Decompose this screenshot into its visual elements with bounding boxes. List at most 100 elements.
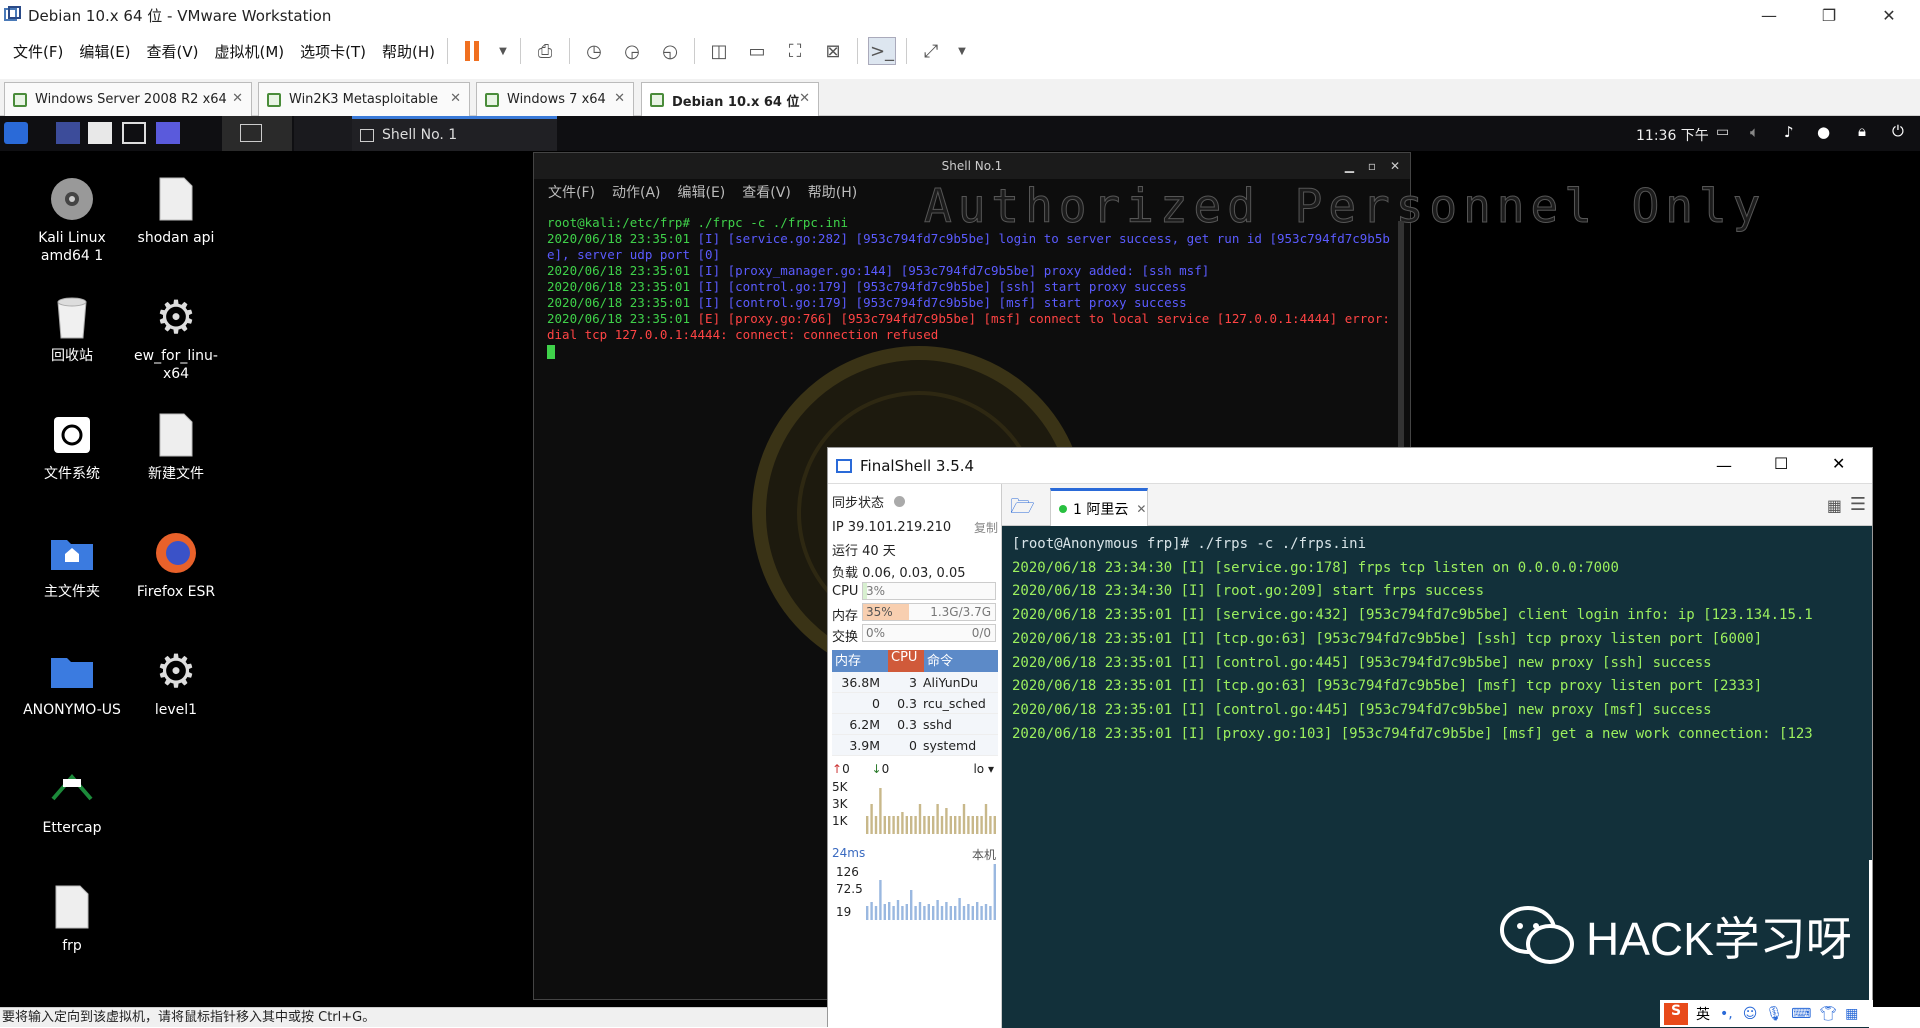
lock-icon[interactable]: 🔒︎ — [1858, 122, 1866, 140]
workspace-2[interactable] — [294, 116, 354, 151]
close-icon[interactable]: ✕ — [1390, 153, 1400, 179]
close-button[interactable]: ✕ — [1832, 454, 1845, 473]
menu-help[interactable]: 帮助(H) — [374, 41, 443, 62]
stretch-icon[interactable]: ⤢ — [917, 37, 945, 65]
desktop-icon-firefox[interactable]: Firefox ESR — [126, 529, 226, 601]
graph-bar — [984, 904, 988, 920]
copy-ip-link[interactable]: 复制 — [974, 519, 998, 536]
taskbar-shell-button[interactable]: Shell No. 1 — [352, 116, 557, 151]
icon-label: 主文件夹 — [44, 584, 100, 600]
shell-menu-view[interactable]: 查看(V) — [742, 182, 791, 202]
chevron-down-icon[interactable]: ▼ — [496, 37, 510, 65]
process-row[interactable]: 3.9M 0 systemd — [832, 735, 998, 756]
menu-file[interactable]: 文件(F) — [5, 41, 71, 62]
ime-language[interactable]: 英 — [1696, 1004, 1710, 1024]
process-row[interactable]: 0 0.3 rcu_sched — [832, 693, 998, 714]
console-icon[interactable]: >_ — [868, 37, 897, 65]
desktop-icon-shodan-api[interactable]: shodan api — [126, 175, 226, 247]
col-header-cpu[interactable]: CPU — [888, 650, 924, 672]
file-manager-icon[interactable] — [88, 122, 112, 144]
terminal-launcher-icon[interactable] — [122, 122, 146, 144]
desktop-icon-ettercap[interactable]: Ettercap — [22, 765, 122, 837]
kali-menu-icon[interactable] — [4, 122, 28, 144]
close-icon[interactable]: ✕ — [1136, 502, 1146, 516]
close-icon[interactable]: ✕ — [614, 91, 625, 106]
terminal-line: [root@Anonymous frp]# ./frps -c ./frps.i… — [1012, 536, 1367, 552]
layout-grid-icon[interactable]: ▦ — [1827, 496, 1842, 515]
minimize-button[interactable]: — — [1716, 456, 1732, 475]
menu-view[interactable]: 查看(V) — [139, 41, 207, 62]
desktop-icon-trash[interactable]: 回收站 — [22, 293, 122, 365]
thumbnail-icon[interactable]: ▭ — [743, 37, 771, 65]
tab-windows-7[interactable]: Windows 7 x64 ✕ — [476, 82, 634, 116]
toolbox-icon[interactable]: ▦ — [1845, 1006, 1858, 1022]
clock[interactable]: 11:36 下午 — [1636, 125, 1709, 145]
col-header-mem[interactable]: 内存 — [832, 650, 888, 672]
tab-session-aliyun[interactable]: 1 阿里云 ✕ — [1050, 488, 1148, 526]
keyboard-icon[interactable]: ⌨ — [1791, 1006, 1811, 1022]
display-icon[interactable]: ▭ — [1716, 124, 1729, 140]
shell-line: 2020/06/18 23:35:01 [I] [control.go:179]… — [547, 279, 1187, 294]
snapshot-icon[interactable]: ◷ — [580, 37, 608, 65]
process-row[interactable]: 36.8M 3 AliYunDu — [832, 672, 998, 693]
desktop-icon-ew-for-linux[interactable]: ⚙ ew_for_linu-x64 — [126, 293, 226, 383]
minimize-button[interactable]: — — [1740, 0, 1798, 30]
volume-icon[interactable]: 🔈︎ — [1750, 123, 1759, 141]
desktop-icon-anonymous-folder[interactable]: ANONYMO-US — [22, 647, 122, 719]
shell-menu-file[interactable]: 文件(F) — [548, 182, 595, 202]
workspace-1[interactable] — [222, 116, 292, 151]
notification-bell-icon[interactable]: ♪ — [1784, 123, 1794, 141]
microphone-icon[interactable]: 🎙︎ — [1765, 1006, 1783, 1022]
desktop-icon-new-file[interactable]: 新建文件 — [126, 411, 226, 483]
minimize-icon[interactable]: ▁ — [1345, 153, 1354, 179]
power-icon[interactable]: ⏻ — [1892, 122, 1904, 140]
restore-button[interactable]: ❐ — [1800, 0, 1858, 30]
menu-tabs[interactable]: 选项卡(T) — [292, 41, 374, 62]
firefox-icon — [152, 529, 200, 577]
close-icon[interactable]: ✕ — [450, 91, 461, 106]
icon-label: 回收站 — [51, 348, 93, 364]
close-icon[interactable]: ✕ — [799, 91, 810, 106]
revert-snapshot-icon[interactable]: ◶ — [618, 37, 646, 65]
shell-output[interactable]: root@kali:/etc/frp# ./frpc -c ./frpc.ini… — [547, 215, 1397, 359]
browser-launcher-icon[interactable] — [156, 122, 180, 144]
fullscreen-icon[interactable]: ⛶ — [781, 37, 809, 65]
menu-edit[interactable]: 编辑(E) — [71, 41, 138, 62]
pause-icon[interactable] — [458, 37, 486, 65]
tab-windows-server-2008[interactable]: Windows Server 2008 R2 x64 ✕ — [4, 82, 252, 116]
shell-menu-edit[interactable]: 编辑(E) — [678, 182, 726, 202]
close-icon[interactable]: ✕ — [232, 91, 243, 106]
sidebar-icon[interactable]: ◫ — [705, 37, 733, 65]
close-button[interactable]: ✕ — [1860, 0, 1918, 30]
update-icon[interactable]: ● — [1817, 123, 1830, 141]
shell-menu-action[interactable]: 动作(A) — [612, 182, 661, 202]
maximize-icon[interactable]: ▫ — [1368, 153, 1376, 179]
process-row[interactable]: 6.2M 0.3 sshd — [832, 714, 998, 735]
emoji-icon[interactable]: ☺ — [1743, 1006, 1758, 1022]
tab-debian[interactable]: Debian 10.x 64 位 ✕ — [641, 82, 819, 117]
chevron-down-icon[interactable]: ▼ — [955, 37, 969, 65]
desktop-icon-kali-disc[interactable]: Kali Linux amd64 1 — [22, 175, 122, 265]
shell-scrollbar[interactable] — [1398, 221, 1404, 481]
graph-bar — [866, 816, 869, 834]
snapshot-manager-icon[interactable]: ◵ — [656, 37, 684, 65]
desktop-icon-level1[interactable]: ⚙ level1 — [126, 647, 226, 719]
unity-icon[interactable]: ⊠ — [819, 37, 847, 65]
skin-icon[interactable]: 👕︎ — [1819, 1006, 1837, 1022]
menu-icon[interactable]: ☰ — [1850, 494, 1866, 515]
desktop-icon-frp[interactable]: frp — [22, 883, 122, 955]
desktop-icon-home[interactable]: 主文件夹 — [22, 529, 122, 601]
send-keys-icon[interactable]: ⎙ — [531, 37, 559, 65]
net-interface-select[interactable]: lo ▾ — [973, 762, 994, 776]
shell-menu-help[interactable]: 帮助(H) — [808, 182, 857, 202]
maximize-button[interactable]: ☐ — [1774, 454, 1788, 473]
show-desktop-icon[interactable] — [56, 122, 80, 144]
desktop-icon-filesystem[interactable]: 文件系统 — [22, 411, 122, 483]
ime-toolbar[interactable]: S 英 •, ☺ 🎙︎ ⌨ 👕︎ ▦ — [1660, 1000, 1873, 1027]
tab-win2k3-metasploitable[interactable]: Win2K3 Metasploitable ✕ — [258, 82, 470, 116]
col-header-command[interactable]: 命令 — [924, 650, 998, 672]
open-folder-icon[interactable]: 🗁︎ — [1010, 492, 1040, 518]
menu-vm[interactable]: 虚拟机(M) — [207, 41, 293, 62]
sync-indicator-icon — [894, 496, 906, 507]
punctuation-icon[interactable]: •, — [1720, 1006, 1733, 1022]
